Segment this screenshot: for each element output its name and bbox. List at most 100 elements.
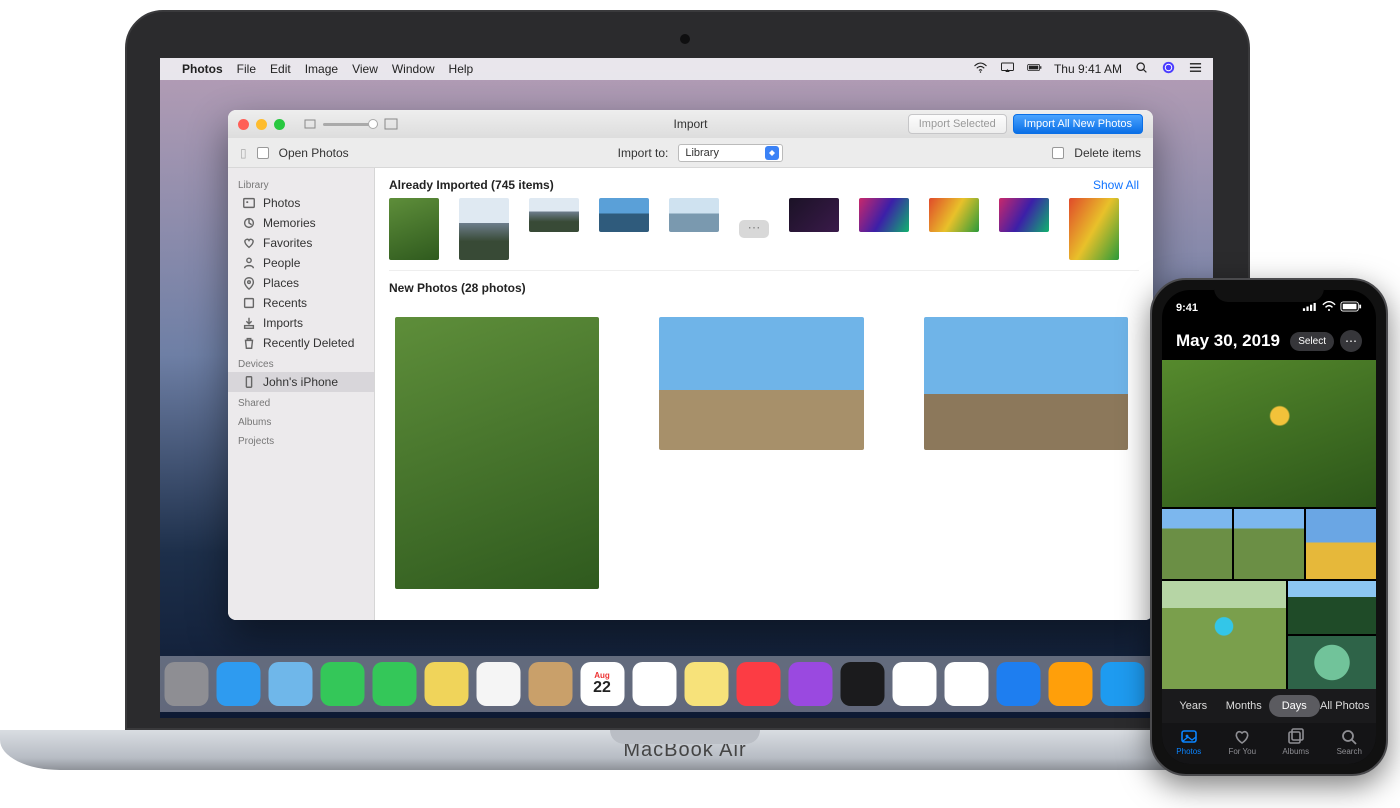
sidebar-item-favorites[interactable]: Favorites [228,233,374,253]
dock-item-pages[interactable] [1048,662,1092,706]
imported-thumb[interactable] [929,198,979,232]
select-button[interactable]: Select [1290,332,1334,351]
dock-item-podcasts[interactable] [788,662,832,706]
iphone: 9:41 May 30, 2019 Select ⋯ YearsMon [1150,278,1388,776]
sidebar-section-albums[interactable]: Albums [228,411,374,430]
menu-view[interactable]: View [352,62,378,76]
sidebar-item-memories[interactable]: Memories [228,213,374,233]
segment-all-photos[interactable]: All Photos [1320,695,1371,717]
dock-item-appstore[interactable] [1100,662,1144,706]
imported-thumb[interactable] [669,198,719,232]
hero-photo[interactable] [1162,360,1376,507]
sidebar-label: Favorites [263,236,312,250]
dock-item-tv[interactable] [840,662,884,706]
battery-icon[interactable] [1027,61,1042,77]
import-content[interactable]: Already Imported (745 items) Show All ⋯ … [375,168,1153,620]
dock-item-messages[interactable] [320,662,364,706]
tab-albums[interactable]: Albums [1269,727,1323,756]
sidebar-item-imports[interactable]: Imports [228,313,374,333]
spotlight-icon[interactable] [1134,61,1149,77]
dock-item-calendar[interactable]: Aug22 [580,662,624,706]
sidebar-item-photos[interactable]: Photos [228,193,374,213]
new-photo-thumb[interactable] [659,317,863,450]
new-photo-thumb[interactable] [395,317,599,589]
sidebar-item-people[interactable]: People [228,253,374,273]
imported-thumb[interactable] [459,198,509,260]
sidebar-label: Recents [263,296,307,310]
wifi-icon[interactable] [973,61,988,77]
photo-tile[interactable] [1162,581,1286,689]
close-window-button[interactable] [238,119,249,130]
already-imported-title: Already Imported (745 items) [389,178,554,192]
tab-photos[interactable]: Photos [1162,727,1216,756]
notification-center-icon[interactable] [1188,61,1203,77]
menu-file[interactable]: File [237,62,256,76]
menu-window[interactable]: Window [392,62,435,76]
zoom-window-button[interactable] [274,119,285,130]
iphone-photo-grid[interactable] [1162,360,1376,689]
dock-item-mail[interactable] [268,662,312,706]
sidebar-item-recently-deleted[interactable]: Recently Deleted [228,333,374,353]
more-button[interactable]: ⋯ [1340,330,1362,352]
dock-item-contacts[interactable] [528,662,572,706]
more-thumbnails-button[interactable]: ⋯ [739,220,769,238]
window-titlebar[interactable]: Import Import Selected Import All New Ph… [228,110,1153,138]
import-selected-button[interactable]: Import Selected [908,114,1007,134]
dock-item-news[interactable] [892,662,936,706]
view-segmented-control: YearsMonthsDaysAll Photos [1162,689,1376,723]
minimize-window-button[interactable] [256,119,267,130]
airplay-icon[interactable] [1000,61,1015,77]
imported-thumb[interactable] [1069,198,1119,260]
tab-for-you[interactable]: For You [1216,727,1270,756]
segment-months[interactable]: Months [1219,695,1270,717]
dock-item-launchpad[interactable] [164,662,208,706]
dock-item-photos[interactable] [476,662,520,706]
dock-item-facetime[interactable] [372,662,416,706]
photo-tile[interactable] [1234,509,1304,579]
menubar-clock[interactable]: Thu 9:41 AM [1054,62,1122,76]
photo-tile[interactable] [1306,509,1376,579]
new-photo-thumb[interactable] [924,317,1128,450]
imported-thumb[interactable] [529,198,579,232]
sidebar-item-recents[interactable]: Recents [228,293,374,313]
delete-items-checkbox[interactable] [1052,147,1064,159]
imported-thumb[interactable] [789,198,839,232]
dock-item-music[interactable] [736,662,780,706]
photo-tile[interactable] [1162,509,1232,579]
menu-image[interactable]: Image [305,62,338,76]
import-all-button[interactable]: Import All New Photos [1013,114,1143,134]
import-to-select[interactable]: Library [678,144,783,162]
dock-item-reminders[interactable] [632,662,676,706]
dock-item-keynote[interactable] [996,662,1040,706]
wifi-icon [1322,301,1336,315]
sidebar-item-device-iphone[interactable]: John's iPhone [228,372,374,392]
sidebar-label: Memories [263,216,316,230]
dock-item-safari[interactable] [216,662,260,706]
imported-thumb[interactable] [999,198,1049,232]
tab-search[interactable]: Search [1323,727,1377,756]
dock-item-notes[interactable] [684,662,728,706]
sidebar-section-projects[interactable]: Projects [228,430,374,449]
segment-years[interactable]: Years [1168,695,1219,717]
imported-thumb[interactable] [599,198,649,232]
segment-days[interactable]: Days [1269,695,1320,717]
imported-thumb[interactable] [389,198,439,260]
menu-help[interactable]: Help [449,62,474,76]
photo-tile[interactable] [1288,636,1376,689]
imported-thumb[interactable] [859,198,909,232]
open-photos-checkbox[interactable] [257,147,269,159]
sidebar-section-shared[interactable]: Shared [228,392,374,411]
dock-item-numbers[interactable] [944,662,988,706]
device-icon: ▯ [240,146,247,160]
dock-item-maps[interactable] [424,662,468,706]
thumbnail-zoom-slider[interactable] [303,118,398,130]
status-time: 9:41 [1176,302,1198,314]
import-to-value: Library [685,147,719,159]
show-all-link[interactable]: Show All [1093,178,1139,192]
siri-icon[interactable] [1161,61,1176,77]
photo-tile[interactable] [1288,581,1376,634]
zoom-large-icon [384,118,398,130]
menu-edit[interactable]: Edit [270,62,291,76]
sidebar-item-places[interactable]: Places [228,273,374,293]
menubar-app-name[interactable]: Photos [182,62,223,76]
